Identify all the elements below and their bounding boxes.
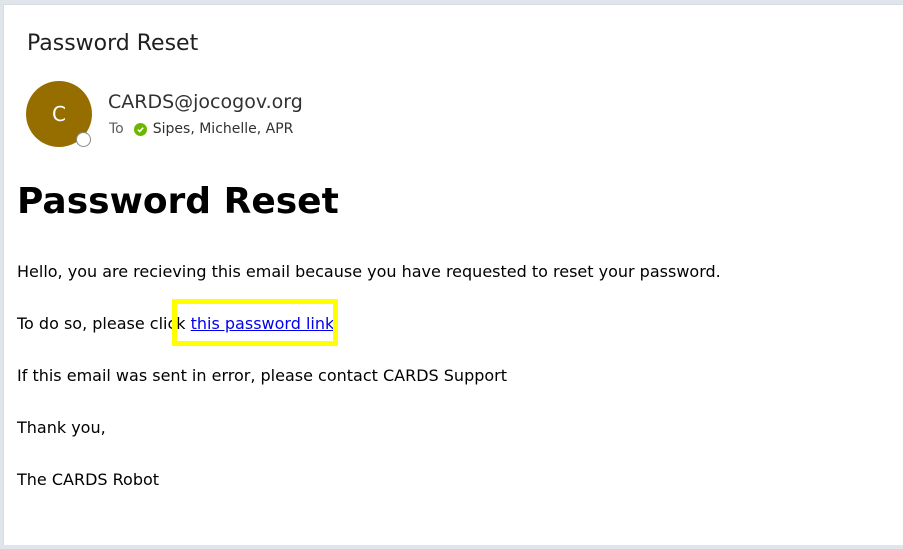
body-signature: The CARDS Robot — [17, 470, 160, 489]
email-subject: Password Reset — [27, 31, 199, 56]
body-paragraph-2: To do so, please click this password lin… — [17, 314, 339, 333]
sender-address[interactable]: CARDS@jocogov.org — [108, 91, 303, 113]
password-reset-link[interactable]: this password link — [191, 314, 335, 333]
paragraph-2-prefix: To do so, please click — [17, 314, 191, 333]
available-check-icon — [133, 122, 147, 136]
paragraph-2-suffix: . — [334, 314, 340, 333]
recipient-row: To Sipes, Michelle, APR — [109, 121, 293, 137]
presence-status-icon — [76, 132, 91, 147]
email-reading-pane: Password Reset C CARDS@jocogov.org To Si… — [3, 4, 903, 545]
recipient-name[interactable]: Sipes, Michelle, APR — [153, 121, 294, 137]
avatar-initial: C — [52, 102, 66, 126]
body-paragraph-1: Hello, you are recieving this email beca… — [17, 262, 721, 281]
to-label: To — [109, 121, 124, 137]
body-paragraph-3: If this email was sent in error, please … — [17, 366, 508, 385]
body-paragraph-4: Thank you, — [17, 418, 106, 437]
email-body-heading: Password Reset — [17, 181, 339, 222]
